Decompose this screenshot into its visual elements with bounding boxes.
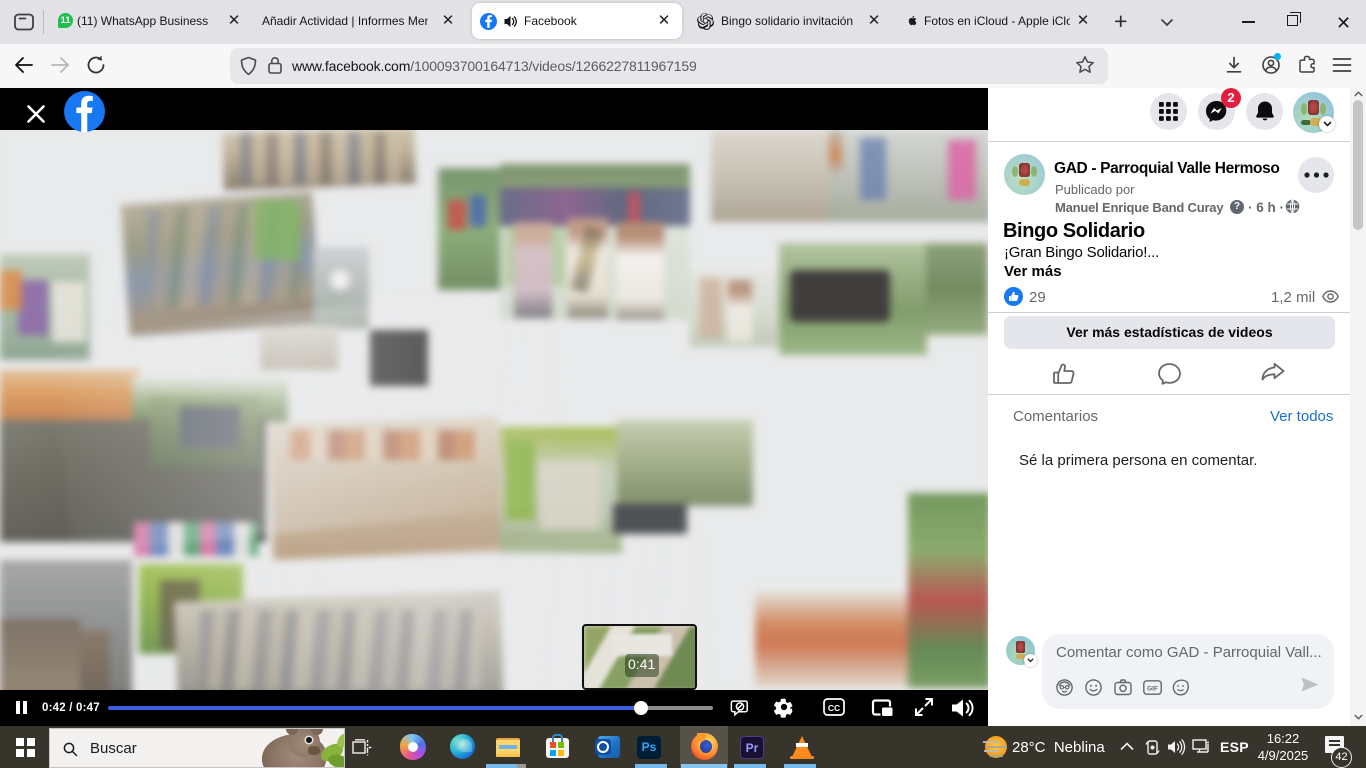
svg-text:GIF: GIF [1147, 686, 1158, 693]
svg-text:CC: CC [828, 703, 840, 713]
